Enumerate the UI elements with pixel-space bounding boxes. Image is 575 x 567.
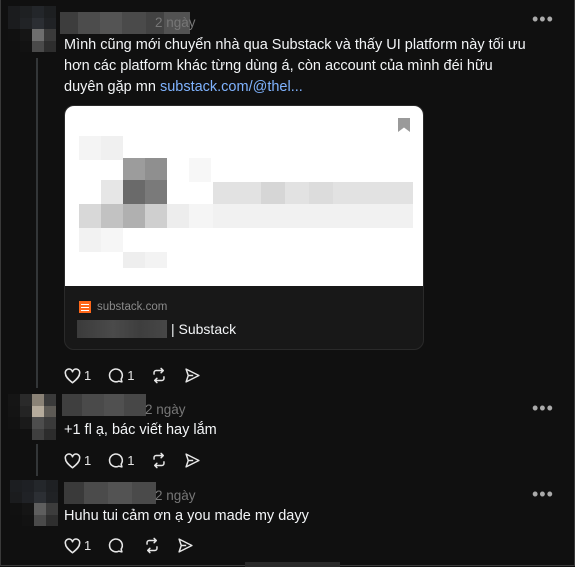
timestamp: 2 ngày (155, 488, 196, 503)
send-icon (185, 453, 201, 468)
like-count: 1 (84, 538, 92, 553)
comment-text: Huhu tui cảm ơn ạ you made my dayy (64, 508, 309, 524)
preview-image (65, 106, 423, 286)
card-title: | Substack (77, 320, 236, 338)
card-domain: substack.com (79, 301, 167, 313)
reply-count: 1 (127, 368, 135, 383)
title-suffix: | Substack (171, 321, 237, 337)
reply-count: 1 (127, 453, 135, 468)
more-options-icon[interactable]: ••• (532, 484, 554, 505)
comment-text: Mình cũng mới chuyển nhà qua Substack và… (64, 35, 534, 98)
timestamp: 2 ngày (155, 15, 196, 30)
repost-icon (153, 452, 166, 469)
heart-icon (64, 452, 81, 469)
like-button[interactable]: 1 (64, 367, 92, 384)
send-icon (185, 368, 201, 383)
like-count: 1 (84, 368, 92, 383)
avatar[interactable] (8, 6, 56, 52)
partial-content-blur (245, 562, 340, 567)
heart-icon (64, 537, 81, 554)
thread-line (36, 444, 38, 476)
reply-button[interactable] (107, 537, 127, 554)
heart-icon (64, 367, 81, 384)
bookmark-icon[interactable] (397, 117, 411, 133)
like-count: 1 (84, 453, 92, 468)
substack-favicon-icon (79, 301, 91, 313)
action-bar: 1 (64, 537, 210, 554)
avatar[interactable] (8, 394, 56, 440)
comment-text: +1 fl ạ, bác viết hay lắm (64, 422, 217, 438)
avatar[interactable] (10, 480, 58, 526)
repost-icon (153, 367, 166, 384)
action-bar: 1 1 (64, 452, 217, 469)
send-icon (178, 538, 193, 553)
repost-button[interactable] (150, 452, 168, 469)
like-button[interactable]: 1 (64, 452, 92, 469)
username[interactable] (62, 394, 146, 416)
reply-button[interactable]: 1 (107, 367, 134, 384)
reply-button[interactable]: 1 (107, 452, 134, 469)
comment-bubble-icon (109, 453, 124, 468)
domain-text: substack.com (97, 301, 168, 313)
repost-button[interactable] (143, 537, 161, 554)
thread-line (36, 58, 38, 388)
comment-bubble-icon (109, 368, 124, 383)
more-options-icon[interactable]: ••• (532, 9, 554, 30)
more-options-icon[interactable]: ••• (532, 398, 554, 419)
title-blurred (77, 320, 167, 338)
timestamp: 2 ngày (145, 402, 186, 417)
profile-link[interactable]: substack.com/@thel... (160, 79, 303, 95)
link-preview-card[interactable]: substack.com | Substack (64, 105, 424, 350)
action-bar: 1 1 (64, 367, 217, 384)
share-button[interactable] (177, 537, 194, 554)
like-button[interactable]: 1 (64, 537, 92, 554)
share-button[interactable] (184, 367, 201, 384)
username[interactable] (64, 482, 156, 504)
repost-button[interactable] (150, 367, 168, 384)
repost-icon (146, 537, 158, 554)
share-button[interactable] (184, 452, 201, 469)
comment-bubble-icon (109, 538, 124, 553)
